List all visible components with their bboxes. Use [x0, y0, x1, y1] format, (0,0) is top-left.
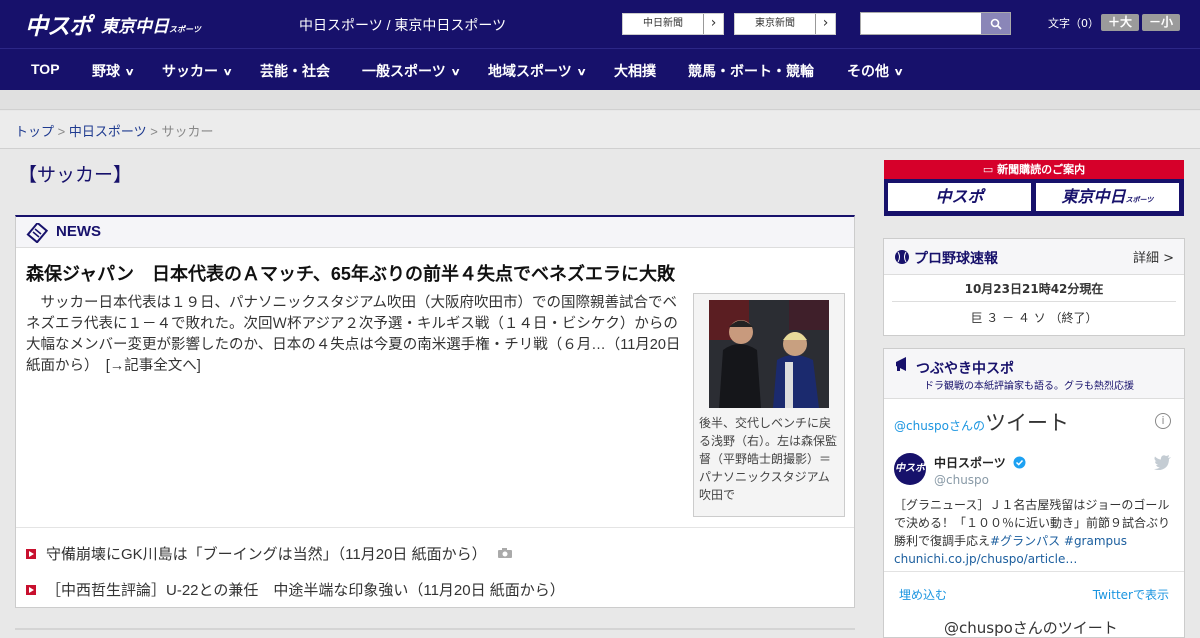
newspaper-icon [26, 223, 48, 243]
site-name-link[interactable]: 中日スポーツ / 東京中日スポーツ [299, 15, 506, 35]
breadcrumb-top[interactable]: トップ [15, 124, 54, 139]
site-logo[interactable]: 中スポ 東京中日スポーツ [25, 7, 201, 41]
breadcrumb-current: サッカー [161, 124, 214, 139]
embed-link[interactable]: 埋め込む [899, 586, 947, 603]
search-button[interactable] [981, 13, 1010, 34]
tweet-text[interactable]: ［グラニュース］Ｊ１名古屋残留はジョーのゴールで決める！「１００％に近い動き」前… [894, 496, 1179, 568]
tweet-link[interactable]: chunichi.co.jp/chuspo/article… [894, 552, 1077, 566]
account-handle[interactable]: @chuspo [934, 473, 989, 487]
nav-local-sports[interactable]: 地域スポーツ ∨ [488, 61, 587, 81]
news-list-item[interactable]: ［中西哲生評論］U-22との兼任 中途半端な印象強い（11月20日 紙面から） [26, 579, 565, 600]
nav-soccer[interactable]: サッカー ∨ [162, 61, 233, 81]
breadcrumb-sep: > [150, 124, 158, 139]
account-name[interactable]: 中日スポーツ [934, 454, 1026, 471]
chevron-right-icon: › [815, 14, 835, 34]
news-list-text[interactable]: ［中西哲生評論］U-22との兼任 中途半端な印象強い（11月20日 紙面から） [46, 582, 565, 599]
timeline-title[interactable]: @chuspoさんのツイート [894, 407, 1069, 437]
chevron-down-icon: ∨ [893, 67, 904, 78]
top-header: 中スポ 東京中日スポーツ 中日スポーツ / 東京中日スポーツ 中日新聞 › 東京… [0, 0, 1200, 48]
breadcrumb-sep: > [57, 124, 66, 139]
twitter-widget-subtitle: ドラ観戦の本紙評論家も語る。グラも熱烈応援 [924, 381, 1134, 392]
twitter-bird-icon[interactable] [1154, 455, 1172, 470]
chunichi-shimbun-link[interactable]: 中日新聞 › [622, 13, 724, 35]
news-photo-image[interactable] [709, 300, 829, 408]
chevron-down-icon: ∨ [576, 67, 587, 78]
logo-chuspo[interactable]: 中スポ [25, 7, 92, 41]
nav-racing[interactable]: 競馬・ボート・競輪 [688, 61, 814, 81]
news-list-text[interactable]: 守備崩壊にGK川島は「ブーイングは当然」（11月20日 紙面から） [46, 546, 487, 563]
font-size-label: 文字（0） [1048, 17, 1099, 30]
news-headline[interactable]: 森保ジャパン 日本代表のＡマッチ、65年ぶりの前半４失点でベネズエラに大敗 [26, 260, 675, 286]
subscription-header: ▭ 新聞購読のご案内 [884, 160, 1184, 179]
nav-other[interactable]: その他 ∨ [847, 61, 904, 81]
megaphone-icon [896, 357, 906, 371]
nav-entertainment[interactable]: 芸能・社会 [260, 61, 330, 81]
breadcrumb-bar: トップ > 中日スポーツ > サッカー [0, 111, 1200, 149]
subscription-tokyo-chunichi[interactable]: 東京中日スポーツ [1036, 183, 1179, 211]
baseball-scores-title: プロ野球速報 [914, 251, 998, 267]
news-photo-caption: 後半、交代しベンチに戻る浅野（右）。左は森保監督（平野皓士朗撮影）＝パナソニック… [699, 416, 838, 502]
divider [16, 527, 854, 528]
search-box [860, 12, 1011, 35]
news-photo[interactable]: 後半、交代しベンチに戻る浅野（右）。左は森保監督（平野皓士朗撮影）＝パナソニック… [693, 293, 845, 517]
newspaper-icon: ▭ [982, 163, 998, 176]
camera-icon [497, 548, 512, 558]
news-header: NEWS [16, 217, 854, 248]
font-larger-button[interactable]: ＋大 [1101, 14, 1139, 31]
twitter-widget-header: つぶやき中スポ ドラ観戦の本紙評論家も語る。グラも熱烈応援 [884, 349, 1184, 399]
view-on-twitter-link[interactable]: Twitterで表示 [1093, 586, 1169, 603]
subscription-chuspo[interactable]: 中スポ [888, 183, 1031, 211]
divider [884, 571, 1184, 572]
breadcrumb-chunichi-sports[interactable]: 中日スポーツ [69, 124, 147, 139]
chunichi-shimbun-label: 中日新聞 [643, 18, 683, 29]
game-score[interactable]: 巨 ３ － ４ ソ （終了） [892, 301, 1176, 331]
baseball-icon [895, 250, 909, 264]
verified-icon [1013, 456, 1026, 469]
twitter-widget: つぶやき中スポ ドラ観戦の本紙評論家も語る。グラも熱烈応援 @chuspoさんの… [883, 348, 1185, 638]
bullet-arrow-icon [26, 585, 36, 595]
font-smaller-button[interactable]: －小 [1142, 14, 1180, 31]
tweet-hashtags[interactable]: #グランパス #grampus [990, 534, 1127, 548]
more-tweets-link[interactable]: @chuspoさんのツイート [944, 617, 1118, 638]
chevron-down-icon: ∨ [222, 67, 233, 78]
nav-top[interactable]: TOP [31, 61, 60, 77]
baseball-scores-widget: プロ野球速報 詳細 > 10月23日21時42分現在 巨 ３ － ４ ソ （終了… [883, 238, 1185, 336]
nav-sumo[interactable]: 大相撲 [614, 61, 656, 81]
baseball-scores-detail-link[interactable]: 詳細 > [1133, 247, 1174, 266]
ad-band [0, 90, 1200, 110]
scores-timestamp: 10月23日21時42分現在 [964, 282, 1104, 296]
baseball-scores-header: プロ野球速報 詳細 > [884, 239, 1184, 275]
logo-tokyo-chunichi[interactable]: 東京中日スポーツ [101, 12, 201, 37]
news-header-label: NEWS [56, 223, 101, 240]
chevron-down-icon: ∨ [124, 67, 135, 78]
bullet-arrow-icon [26, 549, 36, 559]
avatar[interactable]: 中スポ [894, 453, 926, 485]
nav-baseball[interactable]: 野球 ∨ [92, 61, 135, 81]
chevron-down-icon: ∨ [450, 67, 461, 78]
search-input[interactable] [861, 13, 983, 34]
chevron-right-icon: › [703, 14, 723, 34]
main-nav: TOP 野球 ∨ サッカー ∨ 芸能・社会 一般スポーツ ∨ 地域スポーツ ∨ 大相撲 … [0, 48, 1200, 90]
breadcrumb: トップ > 中日スポーツ > サッカー [15, 121, 213, 140]
subscription-banner[interactable]: ▭ 新聞購読のご案内 中スポ 東京中日スポーツ [884, 160, 1184, 216]
news-box: NEWS 森保ジャパン 日本代表のＡマッチ、65年ぶりの前半４失点でベネズエラに… [15, 215, 855, 608]
search-icon [990, 18, 1002, 30]
nav-general-sports[interactable]: 一般スポーツ ∨ [362, 61, 461, 81]
twitter-widget-title: つぶやき中スポ [916, 361, 1014, 377]
news-list-item[interactable]: 守備崩壊にGK川島は「ブーイングは当然」（11月20日 紙面から） [26, 543, 513, 564]
tokyo-shimbun-link[interactable]: 東京新聞 › [734, 13, 836, 35]
tokyo-shimbun-label: 東京新聞 [755, 18, 795, 29]
page-title: 【サッカー】 [18, 165, 133, 186]
info-icon[interactable]: i [1155, 413, 1171, 429]
news-body[interactable]: サッカー日本代表は１９日、パナソニックスタジアム吹田（大阪府吹田市）での国際親善… [26, 293, 686, 377]
